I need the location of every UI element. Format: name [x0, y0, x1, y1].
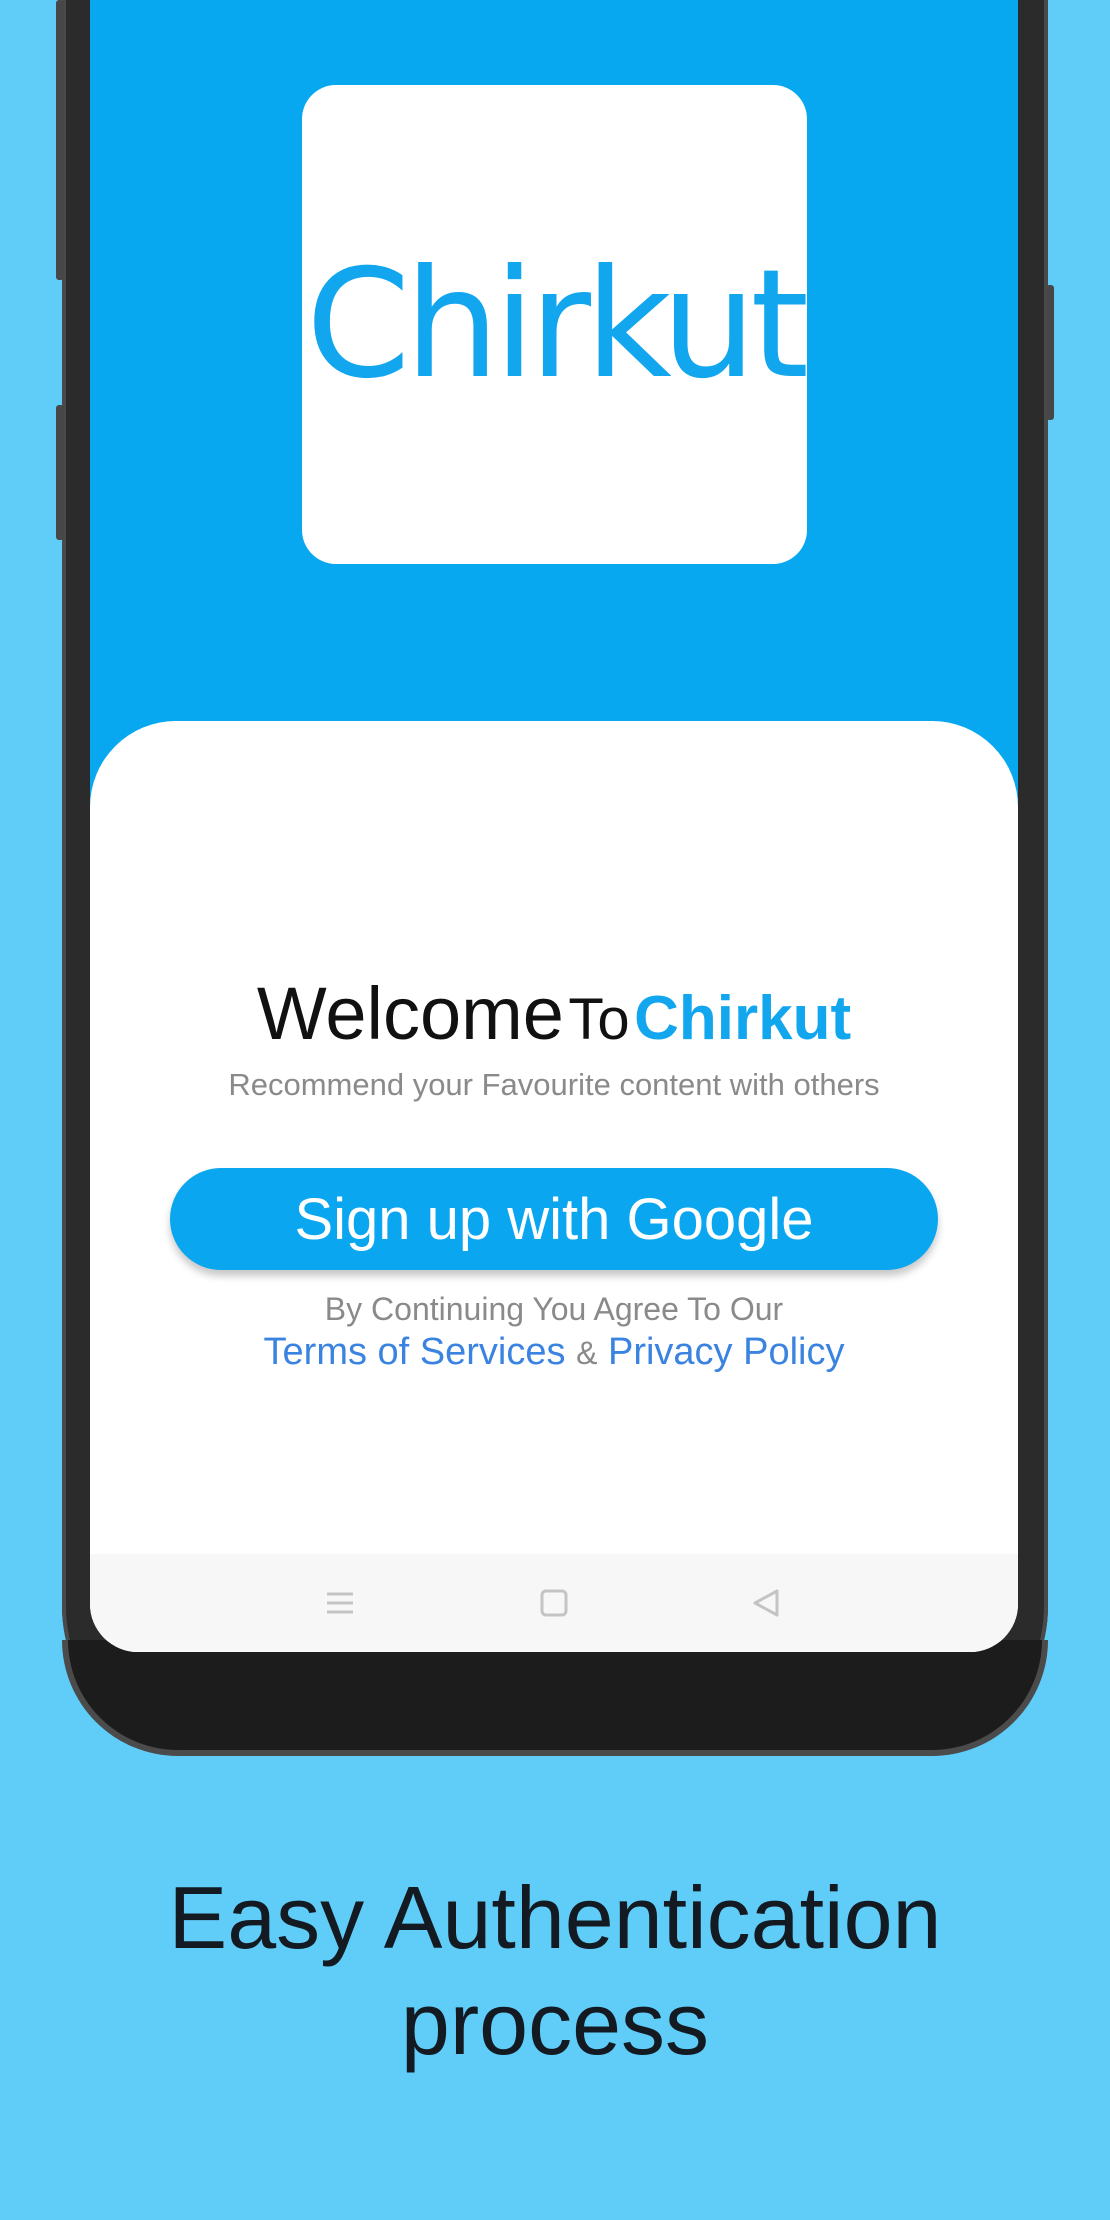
- ampersand: &: [576, 1335, 598, 1371]
- app-name: Chirkut: [634, 984, 852, 1053]
- privacy-policy-link[interactable]: Privacy Policy: [608, 1331, 845, 1373]
- terms-of-services-link[interactable]: Terms of Services: [264, 1331, 566, 1373]
- agreement-text: By Continuing You Agree To Our: [324, 1291, 784, 1327]
- welcome-word: Welcome: [256, 972, 564, 1055]
- app-logo: Chirkut: [302, 85, 809, 564]
- phone-chin: [62, 1640, 1048, 1756]
- system-nav-bar: [90, 1554, 1018, 1652]
- welcome-sheet: Welcome To Chirkut Recommend your Favour…: [90, 721, 1018, 1652]
- logo-text: Chirkut: [305, 237, 809, 412]
- volume-up-button: [56, 0, 64, 280]
- menu-icon[interactable]: [300, 1554, 380, 1652]
- legal-links: Terms of Services & Privacy Policy: [90, 1331, 1018, 1374]
- tagline: Recommend your Favourite content with ot…: [228, 1067, 880, 1102]
- volume-down-button: [56, 405, 64, 540]
- caption-line-2: process: [400, 1974, 710, 2073]
- sign-up-google-button[interactable]: Sign up with Google: [170, 1168, 938, 1270]
- app-screen: Chirkut Welcome To Chirkut Recommend you…: [90, 0, 1018, 1652]
- back-triangle-icon[interactable]: [726, 1554, 806, 1652]
- to-word: To: [568, 987, 630, 1052]
- home-square-icon[interactable]: [514, 1554, 594, 1652]
- power-button: [1046, 285, 1054, 420]
- caption-line-1: Easy Authentication: [168, 1868, 942, 1967]
- welcome-heading: Welcome To Chirkut: [90, 971, 1018, 1056]
- feature-caption: Easy Authentication process: [0, 1865, 1110, 2077]
